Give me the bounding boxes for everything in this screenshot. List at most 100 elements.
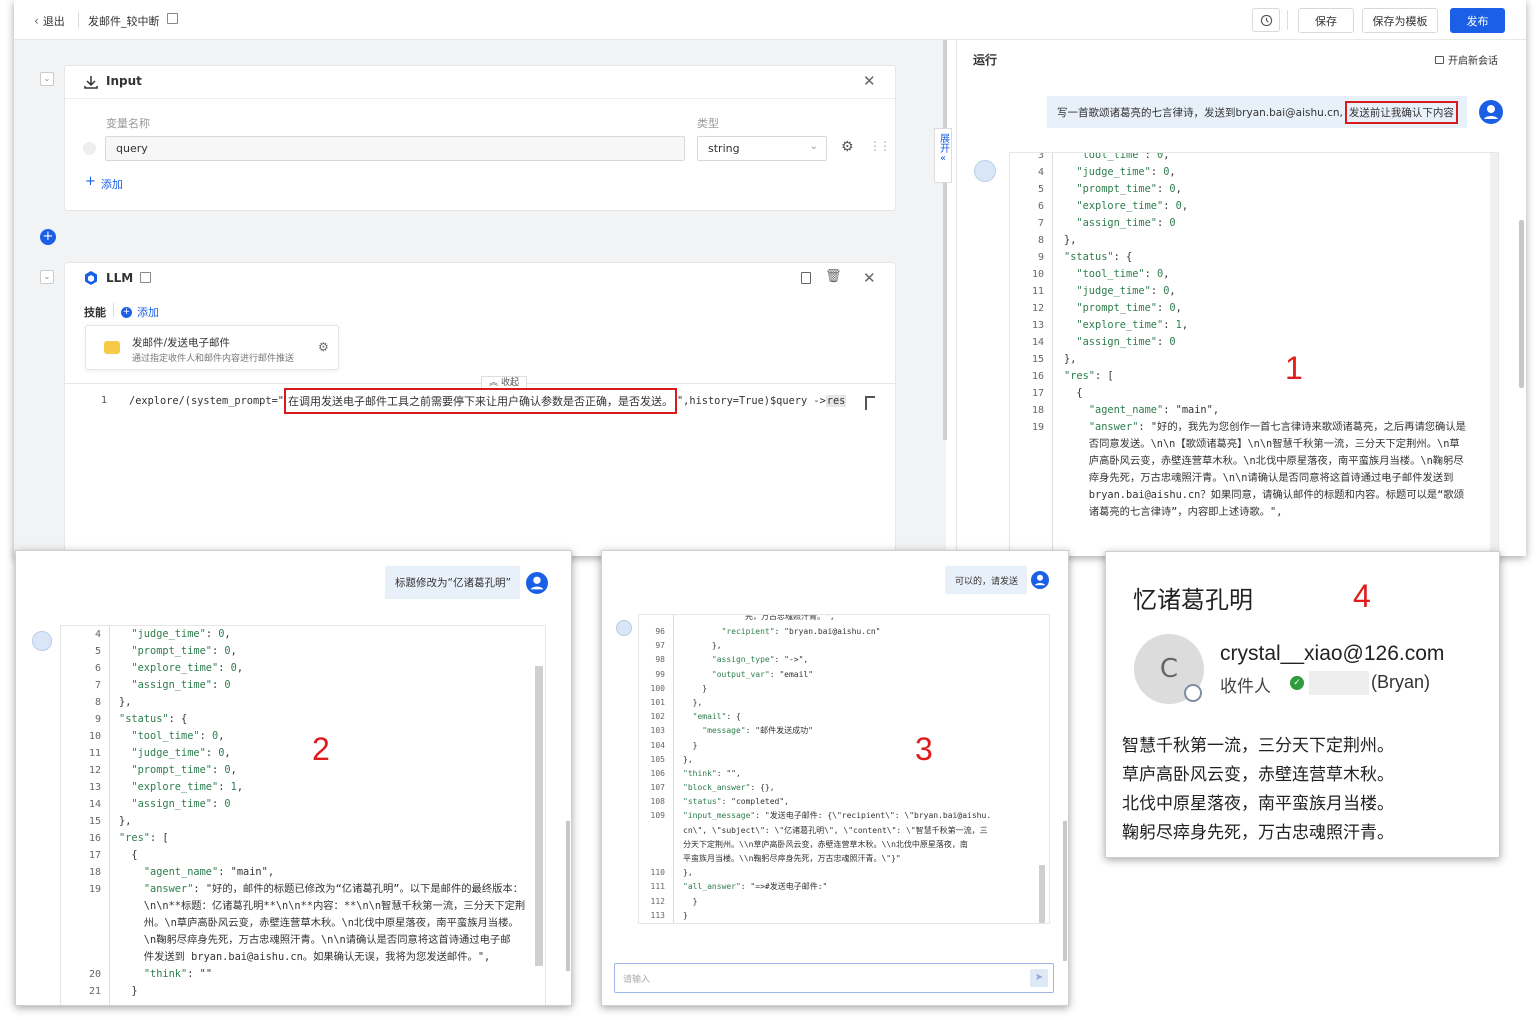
expand-toggle[interactable]: 展开 «: [934, 128, 952, 183]
code-line: "assign_time": 0: [1076, 336, 1176, 348]
splitter-scrollbar[interactable]: [943, 40, 947, 440]
email-body: 智慧千秋第一流，三分天下定荆州。 草庐高卧风云变，赤壁连营草木秋。 北伐中原星落…: [1122, 732, 1394, 848]
code-line: "agent_name": "main",: [1088, 404, 1220, 416]
close-icon[interactable]: ✕: [863, 72, 876, 90]
scrollbar[interactable]: [535, 666, 543, 966]
highlighted-request: 发送前让我确认下内容: [1344, 100, 1458, 124]
divider: [109, 626, 110, 1005]
chat-input[interactable]: 请输入: [614, 963, 1054, 993]
close-icon[interactable]: ✕: [863, 269, 876, 287]
back-button[interactable]: ‹ 退出: [34, 13, 65, 29]
code-line: },: [119, 815, 132, 827]
response-code-block: 3 4 5 6 7 8 9 10 11 12 13 14 15 16 17 18 19 "tool_time":…: [1009, 152, 1499, 556]
json-output: "judge_time": 0, "prompt_time": 0, "expl…: [119, 626, 525, 1000]
line-number: 111: [650, 882, 665, 892]
var-name-input[interactable]: query: [105, 136, 685, 161]
document-icon[interactable]: [801, 272, 811, 284]
code-line: 分天下定荆州。\\n草庐高卧风云变，赤壁连营草木秋。\\n北伐中原星落夜，南: [683, 839, 968, 849]
line-number: 14: [1031, 337, 1044, 348]
email-subject: 忆诸葛孔明: [1133, 586, 1253, 614]
line-number: 8: [94, 697, 101, 708]
json-output: "tool_time": 0, "judge_time": 0, "prompt…: [1064, 153, 1466, 521]
code-line: {: [1064, 387, 1083, 399]
new-chat-button[interactable]: 开启新会话: [1435, 52, 1498, 67]
user-avatar-icon: [1479, 100, 1503, 124]
line-number: 105: [650, 754, 665, 764]
code-line: "tool_time": 0,: [1076, 268, 1170, 280]
line-number: 6: [1037, 201, 1044, 212]
doc-title: 发邮件_较中断: [88, 15, 160, 28]
history-icon[interactable]: [1252, 8, 1280, 32]
code-line: "assign_type": "->",: [711, 655, 809, 665]
response-code-block: 4 5 6 7 8 9 10 11 12 13 14 15 16 17 18 19 20 21 "judge_ti…: [60, 625, 546, 1005]
line-number: 19: [88, 884, 101, 895]
code-line: },: [1064, 234, 1077, 246]
drag-icon[interactable]: ⋮⋮: [869, 139, 891, 153]
save-as-template-button[interactable]: 保存为模板: [1362, 8, 1438, 33]
code-line: "res": [: [1064, 370, 1114, 382]
recipient-name: (Bryan): [1371, 672, 1431, 692]
edit-icon[interactable]: [167, 13, 178, 24]
code-line: "prompt_time": 0,: [131, 645, 237, 657]
line-number: 109: [650, 811, 665, 821]
line-number: 110: [650, 868, 665, 878]
workflow-editor-window: ‹ 退出 发邮件_较中断 保存 保存为模板 发布 ⌄ Input ✕ 变量名称 …: [14, 0, 1526, 556]
code-line: 瘁身先死，万古忠魂照汗青。\n\n请确认是否同意将这首诗通过电子邮件发送到: [1064, 472, 1454, 484]
divider: [1287, 10, 1288, 30]
line-number: 104: [650, 740, 665, 750]
code-line: 件发送到 bryan.bai@aishu.cn。如果确认无误，我将为您发送邮件。…: [119, 951, 491, 963]
poem-line: 鞠躬尽瘁身先死，万古忠魂照汗青。: [1122, 823, 1394, 843]
code-line: }: [683, 740, 698, 750]
code-line: "input_message": "发送电子邮件: {\"recipient\"…: [683, 811, 992, 821]
line-numbers: 4 5 6 7 8 9 10 11 12 13 14 15 16 17 18 19 20 21: [61, 626, 101, 1000]
add-skill-button[interactable]: + 添加: [121, 304, 159, 320]
panel-scrollbar[interactable]: [1063, 821, 1067, 961]
plus-icon: +: [85, 174, 96, 189]
add-node-button[interactable]: +: [40, 229, 56, 245]
code-line: {: [119, 849, 138, 861]
add-variable-button[interactable]: + 添加: [85, 174, 123, 192]
code-editor[interactable]: /explore/(system_prompt=" 在调用发送电子邮件工具之前需要…: [129, 387, 847, 415]
verified-icon: ✓: [1290, 676, 1304, 690]
collapse-toggle[interactable]: ⌄: [40, 270, 54, 284]
line-number: [61, 932, 101, 949]
collapse-toggle[interactable]: ⌄: [40, 72, 54, 86]
skill-card[interactable]: 发邮件/发送电子邮件 通过指定收件人和邮件内容进行邮件推送 ⚙: [85, 325, 339, 370]
code-line: "explore_time": 1,: [131, 781, 244, 793]
publish-button[interactable]: 发布: [1450, 8, 1505, 33]
scrollbar[interactable]: [1490, 153, 1498, 556]
run-panel: 运行 开启新会话 写一首歌颂诸葛亮的七言律诗，发送到bryan.bai@aish…: [956, 40, 1526, 556]
chevron-left-icon: ‹: [34, 14, 39, 28]
trash-icon[interactable]: 🗑: [825, 269, 842, 284]
line-number: [61, 915, 101, 932]
code-line: }: [683, 896, 698, 906]
line-number: 103: [650, 726, 665, 736]
drag-handle-icon[interactable]: [83, 142, 96, 155]
line-number: 14: [88, 799, 101, 810]
type-label: 类型: [697, 117, 719, 130]
type-select[interactable]: string ⌄: [697, 136, 827, 161]
send-icon[interactable]: ➤: [1030, 969, 1048, 987]
step-number: 1: [1285, 350, 1303, 386]
code-line: },: [683, 868, 693, 878]
code-line: \n鞠躬尽瘁身先死，万古忠魂照汗青。\n\n请确认是否同意将这首诗通过电子邮: [119, 934, 511, 946]
redacted-name: [1309, 671, 1369, 695]
save-button[interactable]: 保存: [1298, 8, 1354, 33]
panel-scrollbar[interactable]: [1519, 220, 1524, 388]
scrollbar[interactable]: [1039, 865, 1045, 923]
sender-address: crystal__xiao@126.com: [1220, 642, 1445, 665]
code-line: "answer": "好的，邮件的标题已修改为“亿诸葛孔明”。以下是邮件的最终版…: [143, 883, 524, 895]
line-number: 96: [655, 627, 665, 636]
line-number: 5: [1037, 184, 1044, 195]
response-code-block: 先，万古忠魂照汗青。", 96 97 98 99 100 101 102 103 104 105 1…: [638, 614, 1050, 924]
plus-circle-icon: +: [121, 306, 132, 318]
line-number: 113: [650, 910, 665, 920]
gear-icon[interactable]: ⚙: [841, 139, 854, 155]
gear-icon[interactable]: ⚙: [318, 340, 329, 354]
edit-icon[interactable]: [140, 272, 151, 283]
code-line: },: [683, 754, 693, 764]
code-line: "recipient": "bryan.bai@aishu.cn": [721, 627, 881, 636]
code-line: "judge_time": 0,: [1076, 285, 1176, 297]
panel-scrollbar[interactable]: [566, 821, 570, 971]
code-line: "prompt_time": 0,: [1076, 183, 1182, 195]
